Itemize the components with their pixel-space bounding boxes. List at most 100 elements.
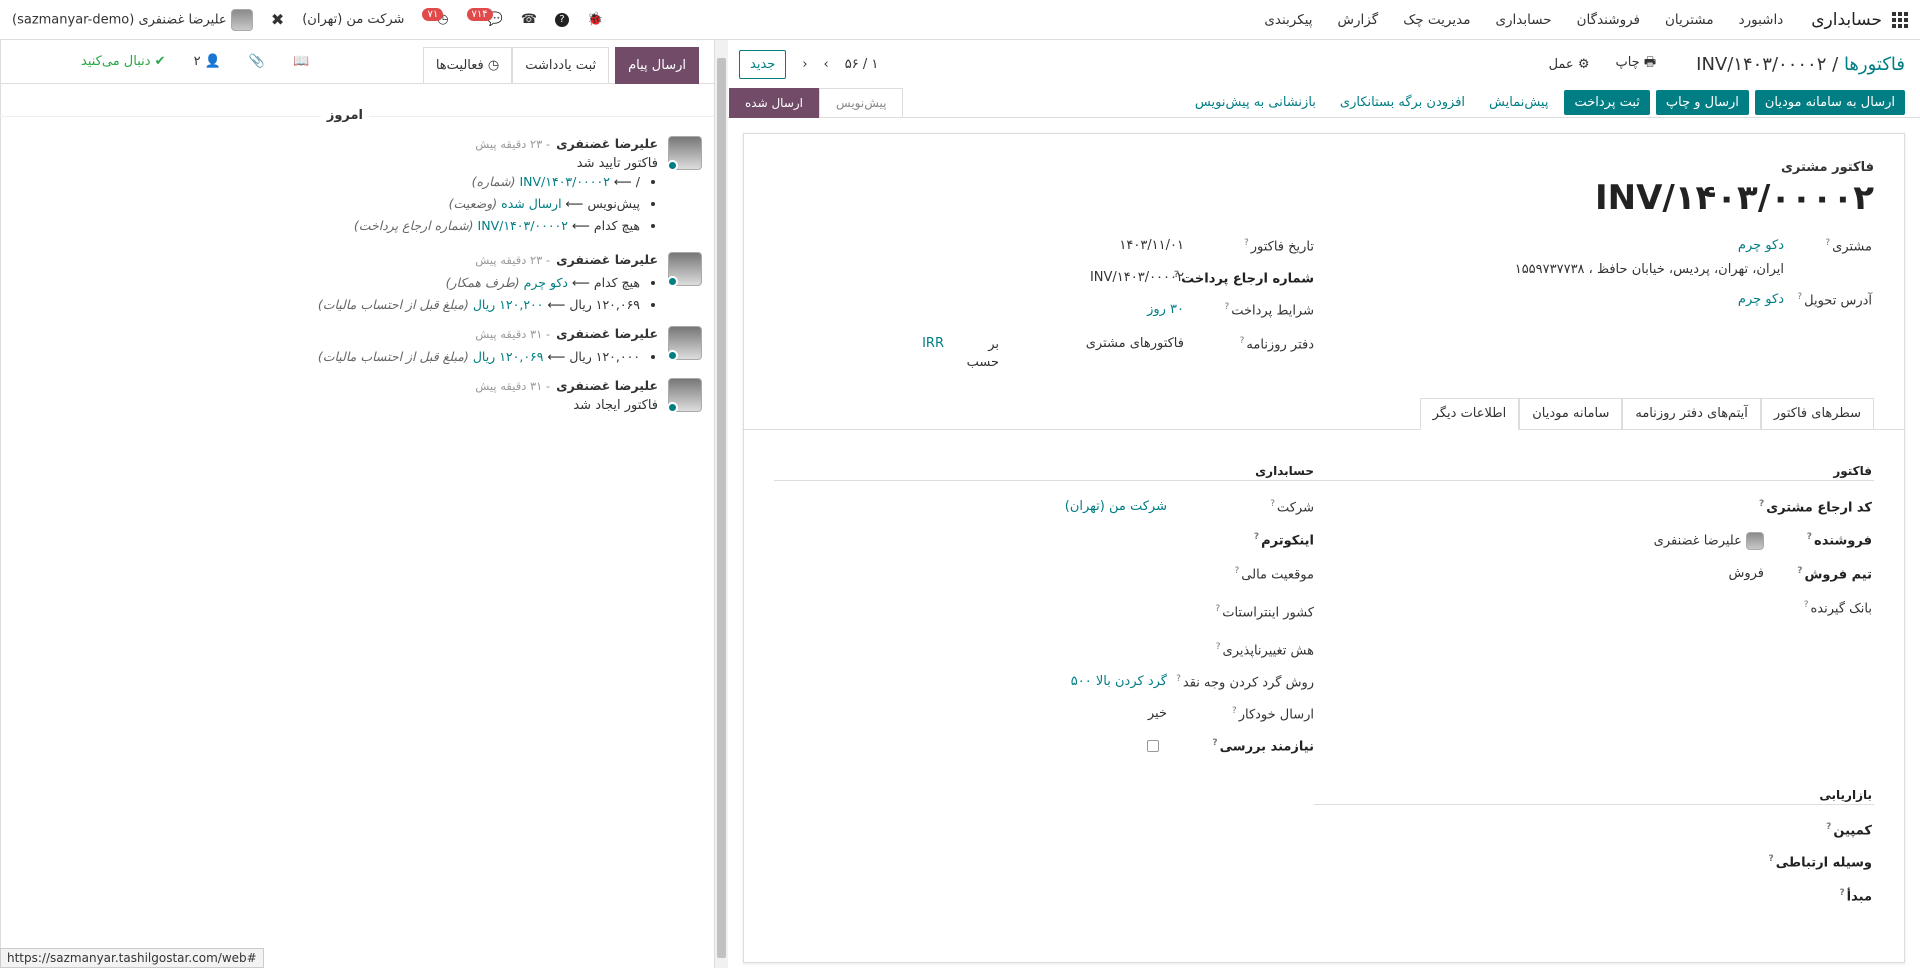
print-icon: 🖶	[1643, 55, 1657, 70]
cash-rounding-value[interactable]: گرد کردن بالا ۵۰۰	[1071, 674, 1167, 689]
to-check-label: نیازمند بررسی?	[1212, 738, 1314, 755]
tracking-item: ۱۲۰,۰۶۹ ریال ⟵ ۱۲۰,۲۰۰ ریال (مبلغ قبل از…	[318, 294, 640, 316]
check-icon: ✔	[154, 54, 166, 69]
tracking-item: پیش‌نویس ⟵ ارسال شده (وضعیت)	[354, 193, 640, 215]
send-message-button[interactable]: ارسال پیام	[615, 46, 699, 84]
systray: 🐞 ? ☎ 💬۷۱۴ ◷۷۱ شرکت من (تهران) ✖ علیرضا …	[12, 8, 603, 31]
phone-icon[interactable]: ☎	[521, 12, 537, 27]
control-panel: فاکتورها / INV/۱۴۰۳/۰۰۰۰۲ 🖶 چاپ ⚙ عمل ۱ …	[714, 40, 1920, 88]
status-posted[interactable]: ارسال شده	[729, 87, 820, 118]
message-text: فاکتور تایید شد	[576, 156, 658, 171]
inalterability-hash-label: هش تغییرناپذیری?	[1215, 642, 1314, 659]
activity-icon[interactable]: ◷۷۱	[422, 8, 449, 27]
delivery-address-value[interactable]: دکو چرم	[1738, 292, 1784, 307]
menu-item-reporting[interactable]: گزارش	[1338, 12, 1379, 28]
send-and-print-button[interactable]: ارسال و چاپ	[1655, 90, 1749, 115]
message-time: - ۲۳ دقیقه پیش	[475, 253, 551, 267]
messages-icon[interactable]: 💬۷۱۴	[466, 8, 503, 27]
tab-other-info[interactable]: اطلاعات دیگر	[1419, 398, 1520, 430]
salesperson-label: فروشنده?	[1806, 532, 1872, 549]
author-avatar[interactable]	[667, 136, 702, 171]
breadcrumb: فاکتورها / INV/۱۴۰۳/۰۰۰۰۲	[1696, 54, 1905, 75]
pager-next-icon[interactable]: ›	[824, 57, 829, 72]
journal-currency[interactable]: IRR	[922, 336, 944, 351]
preview-button[interactable]: پیش‌نمایش	[1479, 90, 1558, 115]
salesperson-avatar	[1746, 532, 1764, 550]
help-icon[interactable]: ?	[555, 12, 570, 27]
journal-value[interactable]: فاکتورهای مشتری	[1086, 336, 1184, 351]
app-name[interactable]: حسابداری	[1811, 10, 1882, 30]
author-avatar[interactable]	[667, 378, 702, 413]
apps-menu-icon[interactable]	[1892, 11, 1908, 28]
message-author: علیرضا غضنفری- ۳۱ دقیقه پیش	[475, 378, 658, 393]
online-status-icon	[667, 402, 678, 413]
pager-prev-icon[interactable]: ‹	[802, 57, 807, 72]
company-value[interactable]: شرکت من (تهران)	[1065, 499, 1167, 514]
fiscal-position-label: موقعیت مالی?	[1234, 566, 1315, 583]
menu-item-checks[interactable]: مدیریت چک	[1403, 12, 1470, 28]
salesperson-value[interactable]: علیرضا غضنفری	[1654, 532, 1764, 550]
user-menu[interactable]: علیرضا غضنفری (sazmanyar-demo)	[12, 8, 253, 31]
breadcrumb-parent[interactable]: فاکتورها	[1844, 54, 1905, 75]
message-author: علیرضا غضنفری- ۳۱ دقیقه پیش	[475, 326, 658, 341]
send-to-tax-system-button[interactable]: ارسال به سامانه مودیان	[1754, 90, 1905, 115]
auto-send-value[interactable]: خیر	[1148, 706, 1167, 721]
debug-icon[interactable]: 🐞	[587, 12, 603, 27]
company-switcher[interactable]: شرکت من (تهران)	[302, 12, 404, 27]
record-actions: 🖶 چاپ ⚙ عمل	[1549, 53, 1657, 75]
tracking-item: / ⟵ INV/۱۴۰۳/۰۰۰۰۲ (شماره)	[354, 171, 640, 193]
chatter-scrollbar[interactable]	[714, 40, 728, 968]
status-draft[interactable]: پیش‌نویس	[819, 87, 904, 118]
author-avatar[interactable]	[667, 252, 702, 287]
tab-journal-items[interactable]: آیتم‌های دفتر روزنامه	[1622, 398, 1761, 429]
payment-terms-value[interactable]: ۳۰ روز	[1147, 302, 1184, 317]
log-note-button[interactable]: ثبت یادداشت	[512, 46, 610, 84]
activity-badge: ۷۱	[422, 8, 444, 21]
menu-item-customers[interactable]: مشتریان	[1665, 12, 1714, 28]
customer-label: مشتری?	[1825, 238, 1872, 255]
menu-item-configuration[interactable]: پیکربندی	[1264, 12, 1312, 28]
following-label: دنبال می‌کنید	[81, 54, 151, 69]
journal-label: دفتر روزنامه?	[1239, 336, 1314, 353]
reset-to-draft-button[interactable]: بازنشانی به پیش‌نویس	[1185, 90, 1326, 115]
chatter-right-actions: 📖 📎 👤 ۲ ✔ دنبال می‌کنید	[1, 54, 309, 69]
print-menu[interactable]: 🖶 چاپ	[1615, 53, 1656, 75]
activities-label: فعالیت‌ها	[435, 58, 484, 73]
message-author: علیرضا غضنفری- ۲۳ دقیقه پیش	[475, 252, 658, 267]
following-button[interactable]: ✔ دنبال می‌کنید	[81, 54, 166, 69]
customer-value[interactable]: دکو چرم	[1738, 238, 1784, 253]
pager-value[interactable]: ۱ / ۵۶	[845, 57, 879, 72]
clock-icon: ◷	[487, 58, 500, 73]
invoice-date-label: تاریخ فاکتور?	[1243, 238, 1314, 255]
new-button[interactable]: جدید	[739, 49, 787, 79]
gear-icon: ⚙	[1577, 56, 1590, 72]
scrollbar-thumb[interactable]	[717, 58, 726, 958]
tab-tax-system[interactable]: سامانه مودیان	[1519, 398, 1623, 429]
attachment-icon[interactable]: 📎	[249, 54, 265, 69]
activities-button[interactable]: ◷ فعالیت‌ها	[422, 46, 513, 84]
followers-button[interactable]: 👤 ۲	[194, 54, 221, 69]
message-text: فاکتور ایجاد شد	[573, 398, 658, 413]
menu-item-dashboard[interactable]: داشبورد	[1739, 12, 1784, 28]
invoice-date-value[interactable]: ۱۴۰۳/۱۱/۰۱	[1119, 238, 1184, 253]
print-label: چاپ	[1615, 55, 1640, 70]
menu-item-vendors[interactable]: فروشندگان	[1577, 12, 1640, 28]
settings-tools-icon[interactable]: ✖	[271, 10, 284, 29]
action-menu[interactable]: ⚙ عمل	[1549, 57, 1590, 72]
message-body: فاکتور ایجاد شد	[573, 398, 658, 413]
register-payment-button[interactable]: ثبت پرداخت	[1564, 90, 1650, 115]
book-icon[interactable]: 📖	[293, 54, 309, 69]
source-label: مبدأ?	[1839, 888, 1872, 905]
sales-team-value[interactable]: فروش	[1728, 566, 1764, 581]
message-time: - ۳۱ دقیقه پیش	[475, 379, 551, 393]
menu-item-accounting[interactable]: حسابداری	[1495, 12, 1551, 28]
payment-reference-value[interactable]: INV/۱۴۰۳/۰۰۰۰۲	[1090, 270, 1184, 285]
author-avatar[interactable]	[667, 326, 702, 361]
to-check-checkbox[interactable]	[1147, 740, 1159, 756]
tracking-item: ۱۲۰,۰۰۰ ریال ⟵ ۱۲۰,۰۶۹ ریال (مبلغ قبل از…	[318, 346, 640, 368]
tab-invoice-lines[interactable]: سطرهای فاکتور	[1760, 398, 1874, 429]
delivery-address-label: آدرس تحویل?	[1797, 292, 1872, 309]
payment-reference-label: شماره ارجاع پرداخت?	[1173, 270, 1314, 287]
incoterm-label: اینکوترم?	[1253, 532, 1314, 549]
add-credit-note-button[interactable]: افزودن برگه بستانکاری	[1330, 90, 1475, 115]
